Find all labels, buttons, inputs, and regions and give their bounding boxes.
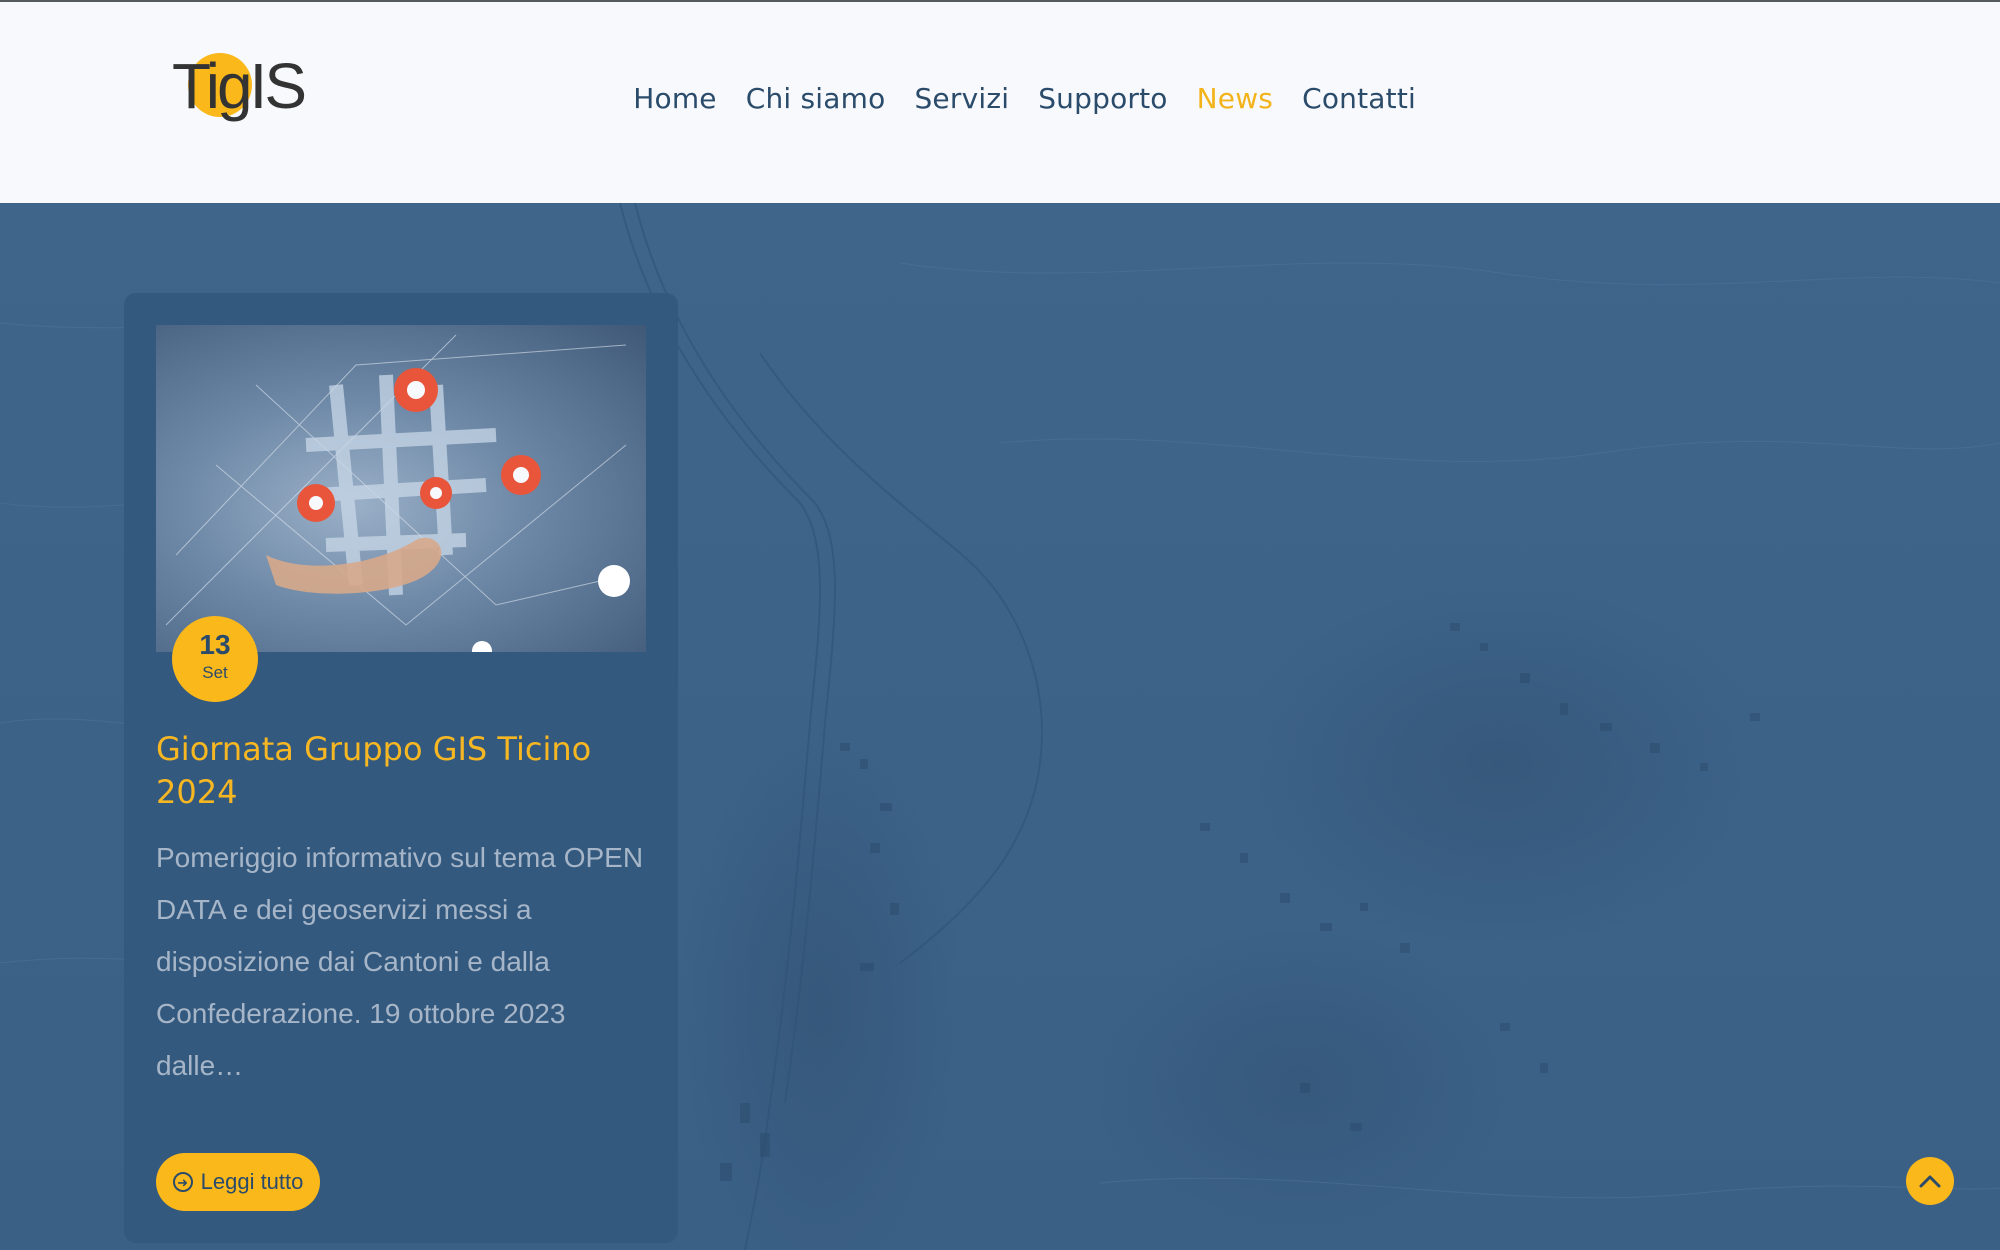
site-logo[interactable]: TigIS: [172, 46, 307, 136]
nav-contatti[interactable]: Contatti: [1302, 82, 1416, 115]
chevron-up-icon: [1919, 1175, 1941, 1188]
nav-home[interactable]: Home: [633, 82, 717, 115]
nav-servizi[interactable]: Servizi: [914, 82, 1009, 115]
date-month: Set: [202, 663, 228, 682]
nav-news[interactable]: News: [1197, 82, 1273, 115]
back-to-top-button[interactable]: [1906, 1157, 1954, 1205]
map-pins-network-image: [165, 334, 630, 652]
logo-text: TigIS: [172, 50, 307, 122]
date-badge: 13 Set: [172, 616, 258, 702]
read-more-label: Leggi tutto: [200, 1169, 304, 1194]
main-nav: Home Chi siamo Servizi Supporto News Con…: [633, 82, 1416, 115]
nav-supporto[interactable]: Supporto: [1038, 82, 1167, 115]
nav-chi-siamo[interactable]: Chi siamo: [746, 82, 886, 115]
news-card-title[interactable]: Giornata Gruppo GIS Ticino 2024: [156, 728, 656, 814]
date-day: 13: [199, 629, 231, 660]
read-more-button[interactable]: ➜ Leggi tutto: [156, 1153, 320, 1211]
news-card-excerpt: Pomeriggio informativo sul tema OPEN DAT…: [156, 842, 644, 1081]
news-card-image[interactable]: [156, 325, 646, 652]
arrow-circle-right-icon: ➜: [172, 1172, 193, 1192]
site-header: TigIS Home Chi siamo Servizi Supporto Ne…: [0, 0, 2000, 203]
